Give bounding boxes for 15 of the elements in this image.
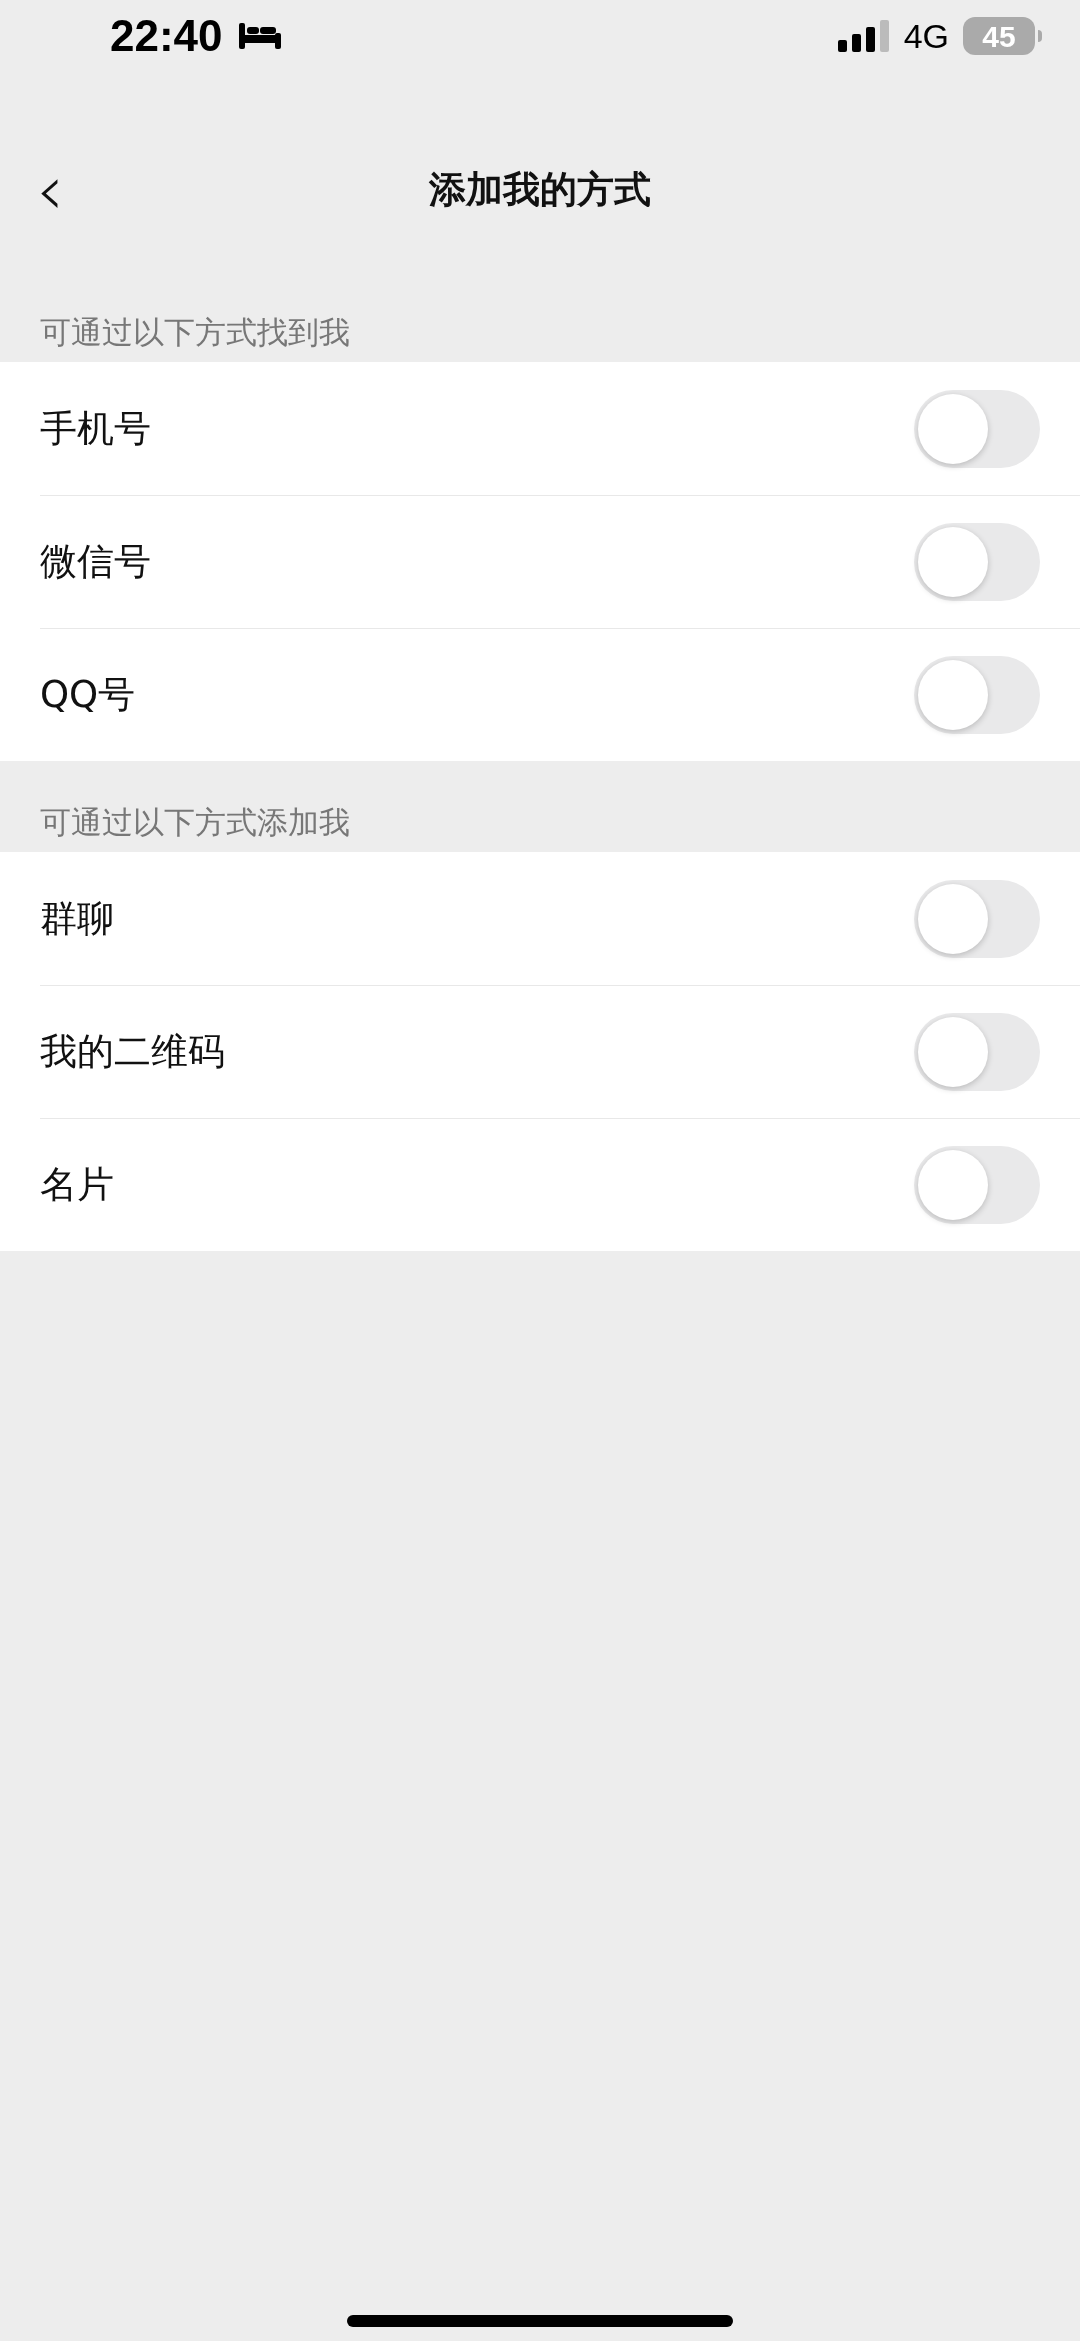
- battery-level: 45: [963, 17, 1035, 55]
- section-header: 可通过以下方式找到我: [40, 312, 350, 352]
- setting-label: 微信号: [40, 539, 151, 586]
- setting-label: 我的二维码: [40, 1029, 225, 1076]
- setting-label: 群聊: [40, 895, 114, 942]
- network-type: 4G: [903, 15, 949, 57]
- setting-label: 手机号: [40, 405, 151, 452]
- signal-icon: [837, 18, 890, 54]
- back-button[interactable]: ‹: [36, 155, 64, 225]
- bed-icon: [236, 21, 283, 51]
- setting-label: 名片: [40, 1162, 114, 1209]
- section-header: 可通过以下方式添加我: [40, 802, 350, 842]
- status-time: 22:40: [110, 10, 223, 62]
- page-title: 添加我的方式: [429, 167, 651, 214]
- setting-label: QQ号: [40, 672, 136, 719]
